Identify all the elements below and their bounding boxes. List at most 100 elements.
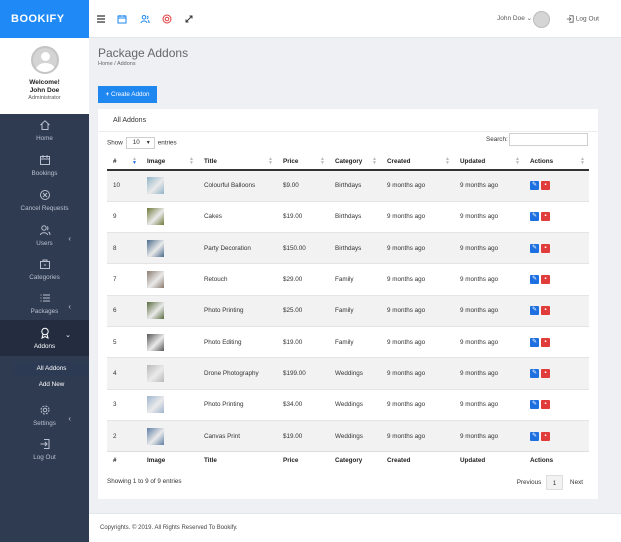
table-row[interactable]: 9 Cakes $19.00 Birthdays 9 months ago 9 month… [107, 200, 589, 233]
sidebar-item-categories[interactable]: Categories [0, 258, 89, 285]
delete-button[interactable]: ▪ [541, 368, 550, 378]
avatar[interactable] [30, 46, 59, 74]
avatar[interactable] [533, 11, 550, 28]
column-header[interactable]: Category ▲ ▼ [329, 153, 381, 171]
edit-button[interactable]: ✎ [530, 306, 539, 316]
edit-button[interactable]: ✎ [530, 275, 539, 285]
cell-image [141, 200, 198, 233]
addon-thumbnail[interactable] [147, 239, 164, 257]
column-header[interactable]: Image ▲ ▼ [141, 153, 198, 171]
entries-select[interactable]: 10 [125, 137, 155, 149]
users-icon[interactable] [140, 14, 150, 24]
column-header[interactable]: Price ▲ ▼ [277, 153, 329, 171]
sidebar-sub-all-addons[interactable]: All Addons [14, 362, 89, 376]
sidebar-item-label: Categories [29, 274, 60, 281]
edit-button[interactable]: ✎ [530, 431, 539, 441]
edit-button[interactable]: ✎ [530, 212, 539, 222]
column-footer: Category [329, 451, 381, 470]
addon-thumbnail[interactable] [147, 333, 164, 351]
addon-thumbnail[interactable] [147, 271, 164, 289]
expand-icon[interactable] [184, 14, 194, 24]
delete-button[interactable]: ▪ [541, 275, 550, 285]
table-row[interactable]: 5 Photo Editing $19.00 Family 9 months ago 9 … [107, 325, 589, 358]
cell-category: Family [329, 325, 381, 358]
sidebar-item-packages[interactable]: Packages ‹ [0, 292, 89, 319]
logout-link[interactable]: Log Out [566, 15, 599, 23]
sidebar-item-bookings[interactable]: Bookings [0, 154, 89, 181]
table-row[interactable]: 8 Party Decoration $150.00 Birthdays 9 month… [107, 232, 589, 264]
cell-id: 5 [107, 325, 141, 358]
cell-price: $34.00 [277, 388, 329, 421]
sidebar-item-cancel-requests[interactable]: Cancel Requests [0, 189, 89, 216]
cell-image [141, 232, 198, 264]
addon-thumbnail[interactable] [147, 208, 164, 226]
sidebar-item-settings[interactable]: Settings ‹ [0, 404, 89, 431]
sidebar-item-users[interactable]: Users ‹ [0, 224, 89, 251]
column-header-label: # [113, 157, 117, 165]
delete-button[interactable]: ▪ [541, 181, 550, 191]
sidebar-sub-add-new[interactable]: Add New [14, 378, 89, 392]
edit-button[interactable]: ✎ [530, 243, 539, 253]
column-header[interactable]: Created ▲ ▼ [381, 153, 454, 171]
sidebar-item-logout[interactable]: Log Out [0, 438, 89, 465]
breadcrumb[interactable]: Home / Addons [98, 61, 136, 67]
column-header[interactable]: Actions ▲ ▼ [524, 153, 589, 171]
delete-button[interactable]: ▪ [541, 306, 550, 316]
addon-thumbnail[interactable] [147, 302, 164, 320]
sort-icon: ▲ ▼ [189, 156, 194, 166]
edit-button[interactable]: ✎ [530, 337, 539, 347]
addon-thumbnail[interactable] [147, 364, 164, 382]
cell-actions: ✎ ▪ [524, 294, 589, 327]
addon-thumbnail[interactable] [147, 427, 164, 445]
column-header[interactable]: Title ▲ ▼ [198, 153, 277, 171]
logout-icon [566, 15, 574, 23]
cell-category: Weddings [329, 357, 381, 390]
table-info: Showing 1 to 9 of 9 entries [107, 478, 182, 485]
column-header[interactable]: # ▲ ▼ [107, 153, 141, 171]
delete-button[interactable]: ▪ [541, 212, 550, 222]
column-header-label: Title [204, 157, 217, 165]
calendar-icon[interactable] [117, 14, 127, 24]
lifebuoy-icon[interactable] [162, 14, 172, 24]
addon-thumbnail[interactable] [147, 177, 164, 195]
sidebar-item-home[interactable]: Home [0, 119, 89, 146]
delete-button[interactable]: ▪ [541, 243, 550, 253]
column-header[interactable]: Updated ▲ ▼ [454, 153, 524, 171]
sidebar-item-addons[interactable]: Addons ⌄ [0, 320, 89, 356]
pagination-page-1[interactable]: 1 [546, 475, 563, 490]
cell-image [141, 388, 198, 421]
delete-button[interactable]: ▪ [541, 337, 550, 347]
cell-created: 9 months ago [381, 200, 454, 233]
sidebar-item-label: Cancel Requests [20, 205, 69, 212]
table-body: 10 Colourful Balloons $9.00 Birthdays 9 mont… [107, 169, 589, 452]
delete-button[interactable]: ▪ [541, 400, 550, 410]
search-input[interactable] [509, 133, 588, 146]
edit-button[interactable]: ✎ [530, 181, 539, 191]
edit-button[interactable]: ✎ [530, 400, 539, 410]
footer: Copyrights. © 2019. All Rights Reserved … [89, 513, 621, 542]
table-row[interactable]: 10 Colourful Balloons $9.00 Birthdays 9 mont… [107, 169, 589, 202]
table-row[interactable]: 6 Photo Printing $25.00 Family 9 months ago 9… [107, 294, 589, 327]
user-menu[interactable]: John Doe ⌄ [497, 14, 532, 22]
cell-category: Birthdays [329, 200, 381, 233]
cell-price: $19.00 [277, 325, 329, 358]
cell-image [141, 419, 198, 452]
column-header-label: Updated [460, 157, 486, 165]
delete-button[interactable]: ▪ [541, 431, 550, 441]
pagination-next[interactable]: Next [565, 475, 588, 490]
addon-thumbnail[interactable] [147, 396, 164, 414]
sort-icon: ▲ ▼ [132, 156, 137, 166]
table-row[interactable]: 4 Drone Photography $199.00 Weddings 9 month… [107, 357, 589, 390]
brand-logo[interactable]: BOOKIFY [0, 0, 89, 38]
menu-icon[interactable] [96, 14, 106, 24]
table-row[interactable]: 7 Retouch $29.00 Family 9 months ago 9 months… [107, 263, 589, 296]
create-addon-button[interactable]: + Create Addon [98, 86, 157, 103]
search-label: Search: [486, 136, 508, 143]
edit-button[interactable]: ✎ [530, 368, 539, 378]
cell-category: Birthdays [329, 232, 381, 264]
pencil-icon: ✎ [531, 369, 538, 376]
table-row[interactable]: 3 Photo Printing $34.00 Weddings 9 months ag… [107, 388, 589, 421]
pagination-previous[interactable]: Previous [512, 475, 546, 490]
table-row[interactable]: 2 Canvas Print $19.00 Weddings 9 months ago 9… [107, 419, 589, 452]
logout-label: Log Out [575, 15, 599, 23]
